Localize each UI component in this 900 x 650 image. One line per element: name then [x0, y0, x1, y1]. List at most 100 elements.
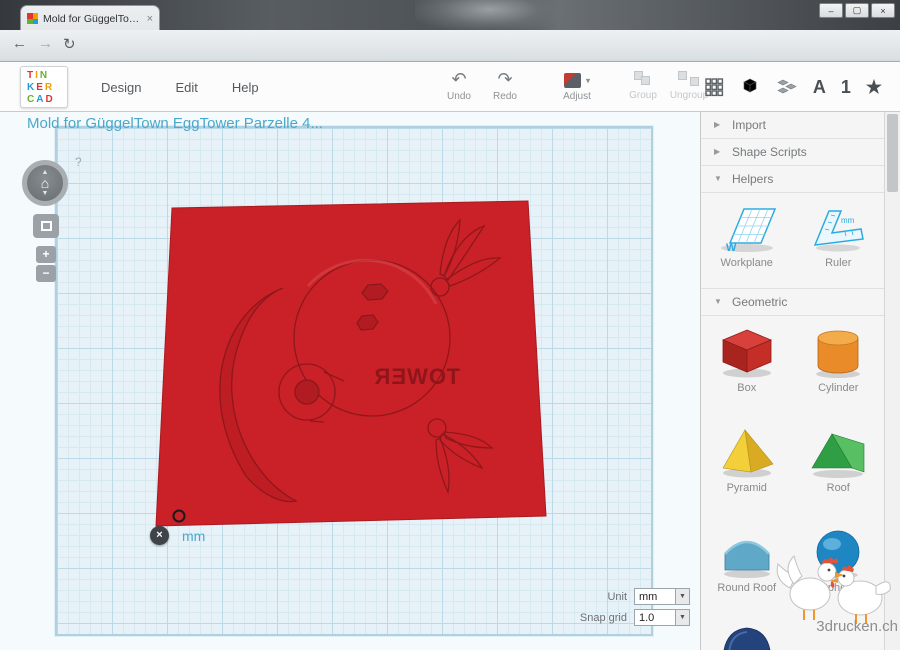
- shape-label: Ruler: [825, 257, 852, 269]
- home-view-icon[interactable]: ⌂: [41, 176, 49, 190]
- sidebar-section-shape-scripts[interactable]: ▶ Shape Scripts: [701, 139, 884, 166]
- shape-cylinder[interactable]: Cylinder: [793, 316, 885, 416]
- dimension-mm-label: mm: [182, 528, 206, 544]
- cylinder-shape-icon: [816, 330, 861, 378]
- close-icon: ×: [880, 5, 886, 16]
- workplane-icon: W: [720, 208, 776, 254]
- adjust-button[interactable]: ▾ Adjust: [550, 68, 604, 102]
- shape-roof[interactable]: Roof: [793, 416, 885, 516]
- section-label: Geometric: [732, 295, 788, 309]
- zoom-controls: + −: [36, 246, 56, 284]
- mold-mirrored-text: TOWER: [374, 364, 460, 389]
- adjust-icon: ▾: [550, 68, 604, 90]
- section-label: Import: [732, 118, 767, 132]
- minimize-icon: –: [828, 5, 834, 16]
- group-icon: [632, 71, 654, 87]
- group-label: Group: [629, 90, 657, 101]
- tinkercad-toolbar: TIN KER CAD Design Edit Help ↶ Undo ↷ Re…: [0, 62, 900, 112]
- reload-button[interactable]: ↻: [63, 35, 76, 53]
- browser-navbar: ← → ↻ https://tinkercad.com/things/9s0wY…: [0, 30, 900, 87]
- chevron-down-icon: ▼: [714, 174, 722, 183]
- shape-generators-icon[interactable]: [776, 77, 798, 97]
- maximize-button[interactable]: ▢: [845, 3, 869, 18]
- view-orbit-control[interactable]: ▲ ⌂ ▼: [22, 160, 68, 206]
- view-cube-button[interactable]: [33, 214, 59, 238]
- shape-label: Box: [737, 382, 757, 394]
- redo-label: Redo: [493, 91, 517, 102]
- snap-grid-value: 1.0: [639, 611, 655, 624]
- mold-object[interactable]: TOWER: [148, 196, 552, 535]
- forward-button[interactable]: →: [38, 35, 53, 52]
- scrollbar-thumb[interactable]: [887, 114, 898, 192]
- undo-icon: ↶: [451, 69, 467, 89]
- action-buttons: ↶ Undo ↷ Redo ▾ Adjust Group Ungroup: [436, 68, 712, 102]
- maximize-icon: ▢: [852, 5, 862, 15]
- sidebar-section-import[interactable]: ▶ Import: [701, 112, 884, 139]
- ruler-helper-item[interactable]: mm Ruler: [793, 193, 885, 288]
- svg-text:W: W: [726, 242, 737, 254]
- shape-label: Roof: [826, 482, 850, 494]
- browser-tab[interactable]: Mold for GüggelTown Eg ×: [20, 5, 160, 31]
- zoom-out-button[interactable]: −: [36, 265, 56, 282]
- section-label: Helpers: [732, 172, 774, 186]
- snap-grid-select[interactable]: 1.0 ▼: [634, 609, 690, 626]
- pan-down-icon[interactable]: ▼: [42, 190, 49, 197]
- chevron-down-icon[interactable]: ▼: [675, 610, 689, 625]
- close-window-button[interactable]: ×: [871, 3, 895, 18]
- chevron-right-icon: ▶: [714, 147, 721, 156]
- toolbar-right-icons: A 1 ★: [704, 62, 882, 112]
- round-roof-shape-icon: [723, 540, 770, 578]
- favorites-star-icon[interactable]: ★: [866, 77, 882, 98]
- screen: – ▢ × Mold for GüggelTown Eg × ← → ↻ htt…: [0, 0, 900, 650]
- shape-label: Pyramid: [726, 482, 767, 494]
- box-shape-icon: [721, 329, 772, 378]
- shapes-library-icon[interactable]: [739, 77, 761, 97]
- text-tool-icon[interactable]: A: [813, 77, 826, 98]
- paraboloid-shape-icon: [723, 627, 771, 650]
- grid-view-icon[interactable]: [704, 77, 724, 97]
- shape-label: Round Roof: [717, 582, 777, 594]
- chevron-down-icon: ▼: [714, 297, 722, 306]
- snap-grid-label: Snap grid: [579, 611, 627, 624]
- shape-pyramid[interactable]: Pyramid: [701, 416, 793, 516]
- tinkercad-logo[interactable]: TIN KER CAD: [20, 66, 68, 108]
- zoom-in-button[interactable]: +: [36, 246, 56, 263]
- chickens-watermark-graphic: [776, 555, 891, 624]
- unit-value: mm: [639, 590, 658, 603]
- adjust-label: Adjust: [563, 91, 591, 102]
- design-canvas[interactable]: Mold for GüggelTown EggTower Parzelle 4.…: [0, 112, 700, 650]
- section-label: Shape Scripts: [732, 145, 807, 159]
- unit-select[interactable]: mm ▼: [634, 588, 690, 605]
- unit-label: Unit: [607, 590, 627, 603]
- logo-row: KER: [27, 82, 53, 93]
- design-title[interactable]: Mold for GüggelTown EggTower Parzelle 4.…: [27, 115, 323, 132]
- group-button[interactable]: Group: [620, 68, 666, 102]
- menu-edit[interactable]: Edit: [158, 80, 214, 95]
- number-tool-icon[interactable]: 1: [841, 77, 851, 98]
- undo-button[interactable]: ↶ Undo: [436, 68, 482, 102]
- logo-row: CAD: [27, 94, 53, 105]
- pyramid-shape-icon: [722, 428, 774, 478]
- tab-close-icon[interactable]: ×: [147, 13, 153, 25]
- sidebar-section-geometric[interactable]: ▼ Geometric: [701, 289, 884, 316]
- logo-row: TIN: [27, 70, 48, 81]
- helpers-panel: W Workplane mm Ruler: [701, 193, 884, 289]
- menu-design[interactable]: Design: [84, 80, 158, 95]
- back-button[interactable]: ←: [12, 35, 27, 52]
- help-icon[interactable]: ?: [75, 155, 82, 169]
- shape-box[interactable]: Box: [701, 316, 793, 416]
- chevron-down-icon[interactable]: ▼: [675, 589, 689, 604]
- tinkercad-favicon-icon: [27, 13, 38, 24]
- workplane-helper-item[interactable]: W Workplane: [701, 193, 793, 288]
- wallpaper-artwork: [415, 0, 565, 32]
- caret-down-icon: ▾: [585, 75, 591, 86]
- sidebar-section-helpers[interactable]: ▼ Helpers: [701, 166, 884, 193]
- menu-help[interactable]: Help: [215, 80, 276, 95]
- minimize-button[interactable]: –: [819, 3, 843, 18]
- redo-button[interactable]: ↷ Redo: [482, 68, 528, 102]
- menu-bar: Design Edit Help: [84, 62, 276, 112]
- tab-title: Mold for GüggelTown Eg: [43, 12, 142, 25]
- mold-graphic: TOWER: [155, 200, 547, 527]
- dimension-close-button[interactable]: ×: [150, 526, 169, 545]
- watermark-text: 3drucken.ch: [816, 618, 898, 635]
